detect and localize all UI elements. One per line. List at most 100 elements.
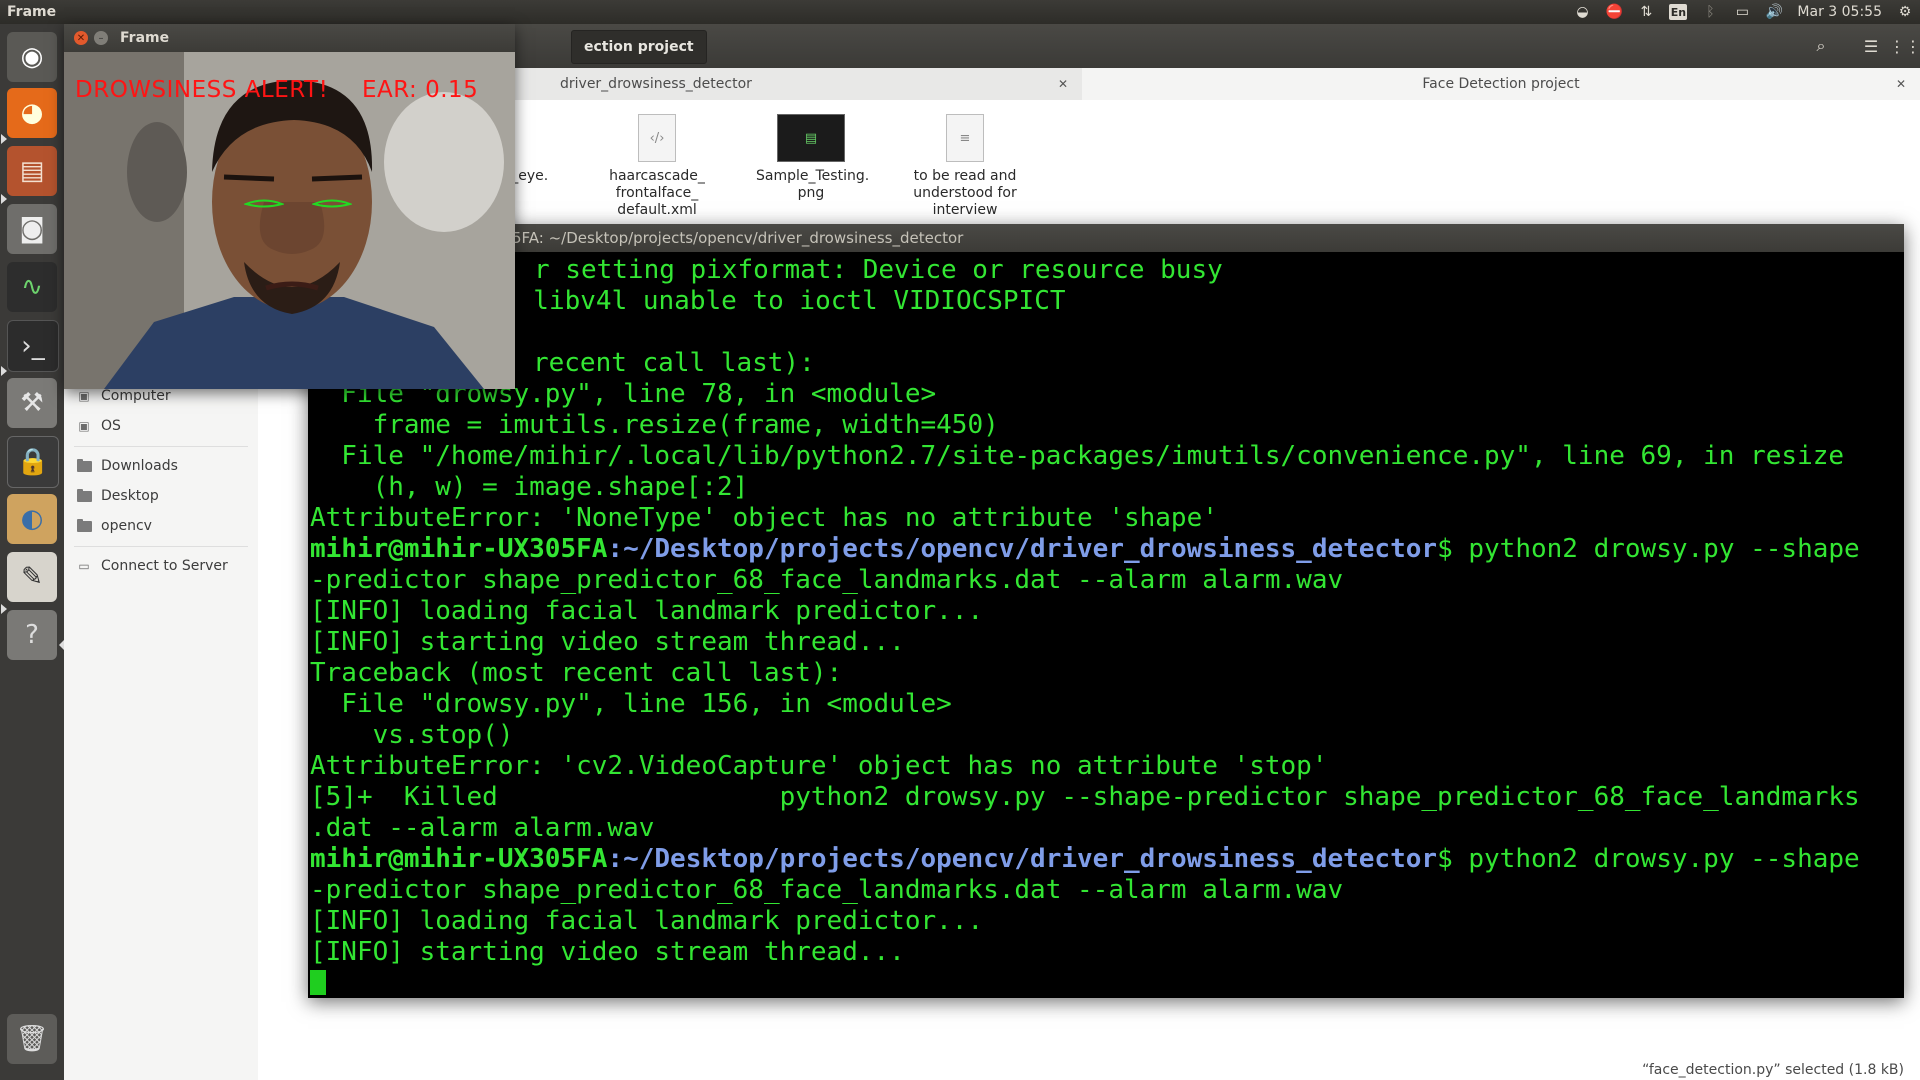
sidebar-item-desktop[interactable]: Desktop (76, 484, 159, 508)
terminal-line: AttributeError: 'NoneType' object has no… (310, 503, 1218, 533)
sidebar-item-connect-server[interactable]: ▭ Connect to Server (76, 554, 228, 578)
sidebar-item-downloads[interactable]: Downloads (76, 454, 178, 478)
network-indicator-icon[interactable]: ◒ (1573, 3, 1591, 21)
running-indicator (1, 366, 7, 376)
list-view-icon[interactable]: ☰ (1854, 32, 1888, 60)
terminal-prompt-line: mihir@mihir-UX305FA:~/Desktop/projects/o… (310, 844, 1900, 875)
terminal-prompt-line: mihir@mihir-UX305FA:~/Desktop/projects/o… (310, 534, 1900, 565)
close-tab-icon[interactable]: ✕ (1896, 77, 1906, 91)
drowsiness-alert-text: DROWSINESS ALERT! (75, 77, 329, 103)
camera-icon[interactable]: ◙ (7, 204, 57, 254)
sidebar-item-label: opencv (101, 518, 152, 534)
close-icon[interactable]: ✕ (74, 31, 88, 45)
bluetooth-icon[interactable]: ᛒ (1701, 3, 1719, 21)
sidebar-item-label: Desktop (101, 488, 159, 504)
prompt-command: $ python2 drowsy.py --shape (1437, 844, 1860, 874)
terminal-icon[interactable]: ›_ (7, 320, 59, 372)
frame-titlebar[interactable]: ✕ – Frame (64, 24, 515, 52)
lock-icon[interactable]: 🔒 (7, 436, 59, 488)
network-server-icon: ▭ (78, 559, 90, 573)
search-icon[interactable]: ⌕ (1804, 32, 1838, 60)
blocked-indicator-icon[interactable]: ⛔ (1605, 3, 1623, 21)
running-indicator (1, 194, 7, 204)
sidebar-item-opencv[interactable]: opencv (76, 514, 152, 538)
terminal-line: .dat --alarm alarm.wav (310, 813, 655, 843)
terminal-line: st recent call last): (486, 348, 815, 378)
sidebar-item-label: OS (101, 418, 121, 434)
terminal-line: : libv4l unable to ioctl VIDIOCSPICT (502, 286, 1066, 316)
file-name: to be read and understood for interview (913, 168, 1017, 218)
file-item[interactable]: ▤ Sample_Testing. png (756, 114, 870, 202)
terminal-line: [INFO] loading facial landmark predictor… (310, 906, 984, 936)
files-icon[interactable]: ▤ (7, 146, 57, 196)
clock[interactable]: Mar 3 05:55 (1797, 4, 1882, 20)
terminal-window[interactable]: 5FA: ~/Desktop/projects/opencv/driver_dr… (308, 224, 1904, 998)
volume-icon[interactable]: 🔊 (1765, 3, 1783, 21)
breadcrumb[interactable]: ection project (571, 30, 707, 64)
terminal-titlebar[interactable]: 5FA: ~/Desktop/projects/opencv/driver_dr… (308, 224, 1904, 252)
selection-status: “face_detection.py” selected (1.8 kB) (1642, 1062, 1904, 1078)
close-tab-icon[interactable]: ✕ (1058, 77, 1068, 91)
folder-icon (76, 488, 92, 503)
dash-home-icon[interactable]: ◉ (7, 32, 57, 82)
battery-icon[interactable]: ▭ (1733, 3, 1751, 21)
help-icon[interactable]: ? (7, 610, 57, 660)
terminal-cursor-line (310, 968, 1900, 995)
webcam-frame: DROWSINESS ALERT! EAR: 0.15 (64, 52, 515, 389)
ear-value-text: EAR: 0.15 (362, 77, 479, 103)
system-monitor-icon[interactable]: ∿ (7, 262, 57, 312)
frame-window[interactable]: ✕ – Frame DROWSINESS ALERT! EAR: 0.15 (64, 24, 515, 389)
running-indicator (1, 604, 7, 614)
minimize-icon[interactable]: – (94, 31, 108, 45)
photo-viewer-icon[interactable]: ◐ (7, 494, 57, 544)
terminal-line: File "drowsy.py", line 78, in <module> (310, 379, 937, 409)
prompt-path: :~/Desktop/projects/opencv/driver_drowsi… (607, 844, 1438, 874)
file-name: Sample_Testing. png (756, 168, 870, 201)
sidebar-item-os[interactable]: ▣ OS (76, 414, 121, 438)
sidebar-item-label: Connect to Server (101, 558, 228, 574)
active-app-title: Frame (7, 4, 57, 20)
text-editor-icon[interactable]: ✎ (7, 552, 57, 602)
terminal-line: r setting pixformat: Device or resource … (534, 255, 1223, 285)
terminal-line: (h, w) = image.shape[:2] (310, 472, 749, 502)
prompt-user: mihir@mihir-UX305FA (310, 534, 608, 564)
prompt-path: :~/Desktop/projects/opencv/driver_drowsi… (607, 534, 1438, 564)
xml-file-icon: ‹/› (638, 114, 676, 162)
tab-label: Face Detection project (1422, 76, 1580, 92)
hard-drive-icon: ▣ (78, 419, 90, 433)
gear-icon[interactable]: ⚙ (1896, 3, 1914, 21)
eye-contour-left (244, 199, 284, 208)
sidebar-separator (74, 546, 248, 547)
file-item[interactable]: ≡ to be read and understood for intervie… (910, 114, 1020, 219)
grid-view-icon[interactable]: ⋮⋮ (1888, 32, 1920, 60)
keyboard-layout-indicator[interactable]: En (1669, 4, 1688, 20)
trash-icon[interactable]: 🗑 (7, 1014, 57, 1064)
tab-face-detection[interactable]: Face Detection project ✕ (1082, 68, 1920, 100)
frame-title: Frame (120, 30, 170, 46)
terminal-title: 5FA: ~/Desktop/projects/opencv/driver_dr… (512, 229, 964, 247)
terminal-line: frame = imutils.resize(frame, width=450) (310, 410, 999, 440)
file-item[interactable]: ‹/› haarcascade_ frontalface_ default.xm… (602, 114, 712, 219)
eye-contour-right (312, 199, 352, 208)
terminal-line: -predictor shape_predictor_68_face_landm… (310, 875, 1344, 905)
file-name: haarcascade_ frontalface_ default.xml (609, 168, 705, 218)
transfer-arrows-icon[interactable]: ⇅ (1637, 3, 1655, 21)
sidebar-item-label: Downloads (101, 458, 178, 474)
folder-icon (76, 518, 92, 533)
terminal-line: [5]+ Killed python2 drowsy.py --shape-pr… (310, 782, 1860, 812)
sidebar-item-label: Computer (101, 388, 171, 404)
terminal-line: vs.stop() (310, 720, 514, 750)
terminal-line: [INFO] loading facial landmark predictor… (310, 596, 984, 626)
prompt-user: mihir@mihir-UX305FA (310, 844, 608, 874)
settings-wrench-icon[interactable]: ⚒ (7, 378, 57, 428)
firefox-icon[interactable]: ◕ (7, 88, 57, 138)
terminal-line: File "/home/mihir/.local/lib/python2.7/s… (310, 441, 1845, 471)
launcher: ◉ ◕ ▤ ◙ ∿ ›_ ⚒ 🔒 ◐ ✎ ? 🗑 (0, 24, 65, 1080)
terminal-line: [INFO] starting video stream thread... (310, 627, 905, 657)
top-panel: Frame ◒ ⛔ ⇅ En ᛒ ▭ 🔊 Mar 3 05:55 ⚙ (0, 0, 1920, 24)
sidebar-separator (74, 446, 248, 447)
prompt-command: $ python2 drowsy.py --shape (1437, 534, 1860, 564)
terminal-output[interactable]: r setting pixformat: Device or resource … (310, 255, 1900, 995)
hard-drive-icon: ▣ (78, 389, 90, 403)
